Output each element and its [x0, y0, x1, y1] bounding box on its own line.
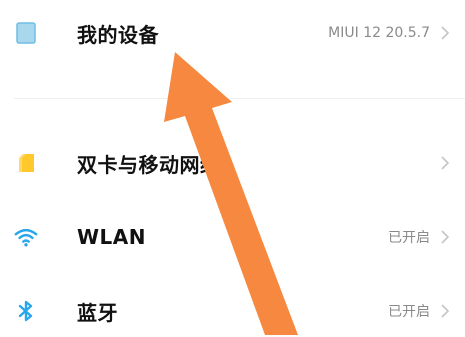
device-icon — [14, 21, 38, 45]
settings-item-my-device[interactable]: 我的设备 MIUI 12 20.5.7 — [0, 7, 465, 59]
settings-item-value: 已开启 — [388, 230, 430, 246]
chevron-right-icon — [441, 156, 450, 170]
chevron-right-icon — [441, 304, 450, 318]
chevron-right-icon — [441, 230, 450, 244]
settings-item-label: 双卡与移动网络 — [77, 152, 221, 177]
sim-card-icon — [14, 151, 38, 175]
settings-item-dual-sim[interactable]: 双卡与移动网络 — [0, 137, 465, 189]
settings-item-label: 我的设备 — [77, 22, 159, 47]
chevron-right-icon — [441, 26, 450, 40]
settings-item-wlan[interactable]: WLAN 已开启 — [0, 211, 465, 263]
section-divider — [14, 98, 465, 99]
bluetooth-icon — [14, 299, 38, 323]
settings-item-value: MIUI 12 20.5.7 — [328, 25, 430, 41]
wifi-icon — [14, 225, 38, 249]
settings-item-value: 已开启 — [388, 304, 430, 320]
settings-item-bluetooth[interactable]: 蓝牙 已开启 — [0, 285, 465, 337]
settings-item-label: WLAN — [77, 225, 147, 249]
settings-item-label: 蓝牙 — [77, 300, 118, 325]
